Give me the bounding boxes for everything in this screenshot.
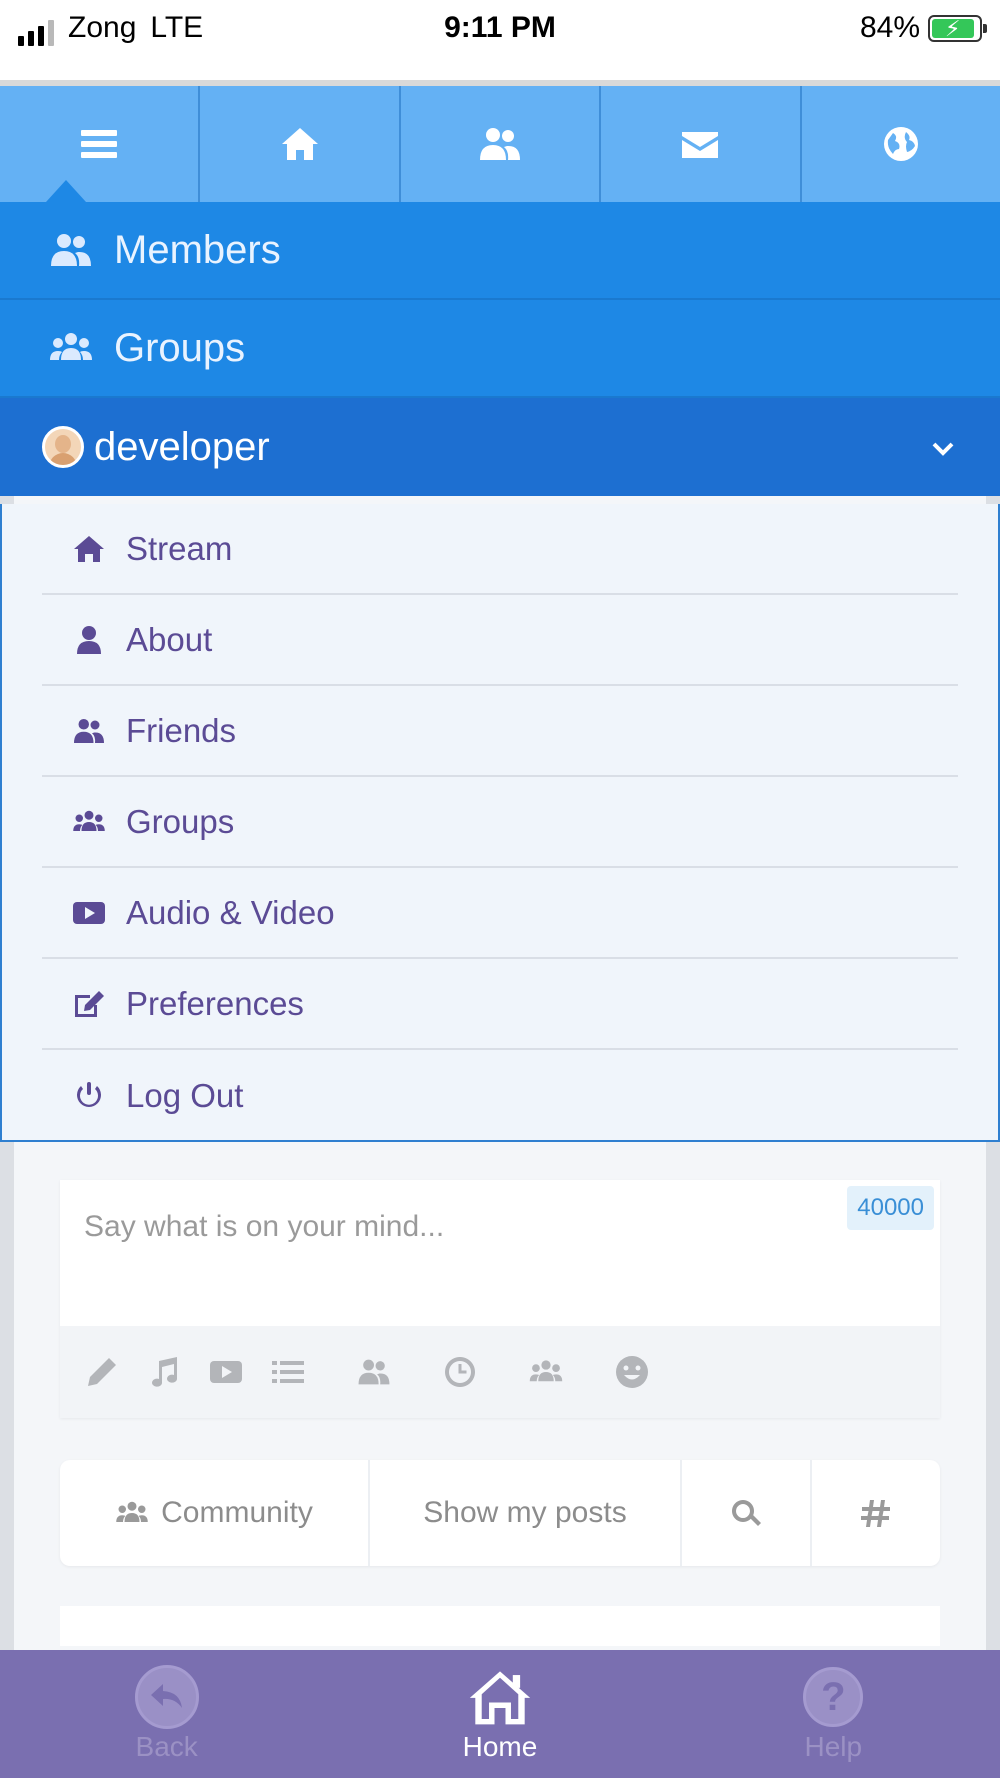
home-icon [469, 1671, 531, 1725]
character-counter: 40000 [847, 1186, 934, 1230]
main-menu: Members Groups developer [0, 202, 1000, 496]
battery-icon: ⚡ [928, 14, 987, 42]
home-icon [74, 535, 104, 562]
battery-percent: 84% [859, 11, 920, 44]
help-icon: ? [803, 1667, 864, 1727]
search-button[interactable] [682, 1460, 812, 1566]
list-icon[interactable] [268, 1352, 308, 1392]
filter-label: Community [161, 1496, 313, 1529]
submenu-item-logout[interactable]: Log Out [42, 1050, 958, 1141]
hashtag-button[interactable] [812, 1460, 940, 1566]
submenu-item-label: Friends [126, 711, 237, 749]
nav-tab-friends[interactable] [401, 86, 602, 202]
tab-label: Help [804, 1731, 863, 1762]
nav-tab-menu[interactable] [0, 86, 201, 202]
user-icon [77, 625, 101, 654]
post-card [60, 1606, 940, 1646]
submenu-item-label: Audio & Video [126, 893, 335, 931]
tab-back[interactable]: Back [0, 1650, 333, 1778]
menu-item-label: Members [114, 227, 281, 272]
post-composer: Say what is on your mind... 40000 [60, 1180, 940, 1418]
edit-icon [75, 990, 104, 1017]
clock: 9:11 PM [444, 11, 556, 44]
power-icon [77, 1081, 101, 1107]
submenu-item-label: Stream [126, 529, 233, 567]
tab-label: Back [135, 1731, 198, 1762]
tab-home[interactable]: Home [333, 1650, 666, 1778]
filter-label: Show my posts [423, 1496, 627, 1529]
clock-icon[interactable] [440, 1352, 480, 1392]
active-tab-caret [46, 180, 86, 202]
envelope-icon [682, 132, 719, 158]
bottom-tab-bar: Back Home ? Help [0, 1650, 1000, 1778]
group-icon [50, 333, 92, 360]
show-my-posts-filter[interactable]: Show my posts [370, 1460, 682, 1566]
menu-item-groups[interactable]: Groups [0, 300, 1000, 398]
stream-filter-bar: Community Show my posts [60, 1460, 940, 1566]
status-bar: Zong LTE 9:11 PM 84% ⚡ [0, 0, 1000, 80]
music-icon[interactable] [144, 1352, 184, 1392]
top-nav [0, 86, 1000, 202]
nav-tab-messages[interactable] [601, 86, 802, 202]
submenu-item-groups[interactable]: Groups [42, 777, 958, 868]
submenu-item-about[interactable]: About [42, 595, 958, 686]
users-icon [74, 718, 104, 743]
nav-tab-network[interactable] [802, 86, 1000, 202]
menu-item-label: Groups [114, 325, 246, 370]
video-icon [73, 901, 105, 924]
globe-icon [883, 127, 918, 161]
back-icon [134, 1665, 199, 1729]
composer-toolbar [60, 1326, 940, 1418]
submenu-item-stream[interactable]: Stream [42, 504, 958, 595]
pencil-icon[interactable] [82, 1352, 122, 1392]
menu-item-members[interactable]: Members [0, 202, 1000, 300]
users-icon [51, 234, 91, 266]
smile-icon[interactable] [612, 1352, 652, 1392]
submenu-item-preferences[interactable]: Preferences [42, 959, 958, 1050]
avatar [42, 426, 84, 468]
search-icon [732, 1500, 761, 1526]
tab-label: Home [462, 1731, 538, 1762]
users-icon [480, 128, 521, 160]
tab-help[interactable]: ? Help [667, 1650, 1000, 1778]
status-input[interactable]: Say what is on your mind... [84, 1210, 444, 1244]
submenu-item-audio-video[interactable]: Audio & Video [42, 868, 958, 959]
community-filter[interactable]: Community [60, 1460, 370, 1566]
nav-tab-home[interactable] [200, 86, 401, 202]
profile-menu-toggle[interactable]: developer [0, 398, 1000, 496]
submenu-item-label: Groups [126, 802, 235, 840]
profile-submenu: Stream About Friends Groups Audio & Vide… [0, 504, 1000, 1142]
submenu-item-label: About [126, 620, 213, 658]
video-icon[interactable] [206, 1352, 246, 1392]
submenu-item-friends[interactable]: Friends [42, 686, 958, 777]
submenu-item-label: Log Out [126, 1076, 244, 1114]
hashtag-icon [861, 1500, 890, 1527]
group-icon[interactable] [526, 1352, 566, 1392]
group-icon [116, 1501, 148, 1522]
users-icon[interactable] [354, 1352, 394, 1392]
home-icon [281, 128, 318, 160]
chevron-down-icon [926, 430, 960, 464]
status-right: 84% ⚡ [859, 10, 987, 46]
group-icon [73, 810, 105, 831]
profile-name: developer [94, 424, 270, 469]
submenu-item-label: Preferences [126, 984, 304, 1022]
hamburger-icon [81, 130, 118, 158]
